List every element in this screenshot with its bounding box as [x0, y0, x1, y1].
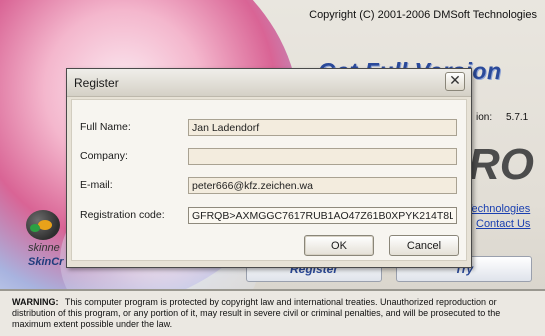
warning-notice: WARNING: This computer program is protec… [0, 289, 545, 336]
close-icon: ✕ [449, 73, 461, 89]
dialog-titlebar[interactable]: Register ✕ [67, 69, 471, 97]
version-value: 5.7.1 [506, 112, 529, 123]
registration-code-field[interactable] [188, 207, 457, 224]
email-label: E-mail: [80, 179, 113, 191]
warning-text: This computer program is protected by co… [12, 297, 501, 329]
product-logo-text: RO [468, 140, 534, 189]
dialog-title: Register [74, 76, 119, 90]
warning-heading: WARNING: [12, 297, 59, 307]
full-name-label: Full Name: [80, 121, 131, 133]
email-field[interactable] [188, 177, 457, 194]
ok-button[interactable]: OK [304, 235, 374, 256]
company-label: Company: [80, 150, 128, 162]
copyright-text: Copyright (C) 2001-2006 DMSoft Technolog… [309, 9, 537, 21]
cancel-button[interactable]: Cancel [389, 235, 459, 256]
full-name-field[interactable] [188, 119, 457, 136]
skin-logo-line1: skinne [28, 242, 60, 254]
close-button[interactable]: ✕ [445, 72, 465, 91]
version-label: ion: [476, 112, 493, 123]
skin-logo-line2: SkinCr [28, 256, 64, 268]
registration-code-label: Registration code: [80, 209, 165, 221]
dialog-body: Full Name: Company: E-mail: Registration… [71, 99, 467, 261]
register-dialog: Register ✕ Full Name: Company: E-mail: R… [66, 68, 472, 268]
company-field[interactable] [188, 148, 457, 165]
link-technologies[interactable]: Technologies [466, 203, 530, 215]
link-contact-us[interactable]: Contact Us [476, 218, 530, 230]
